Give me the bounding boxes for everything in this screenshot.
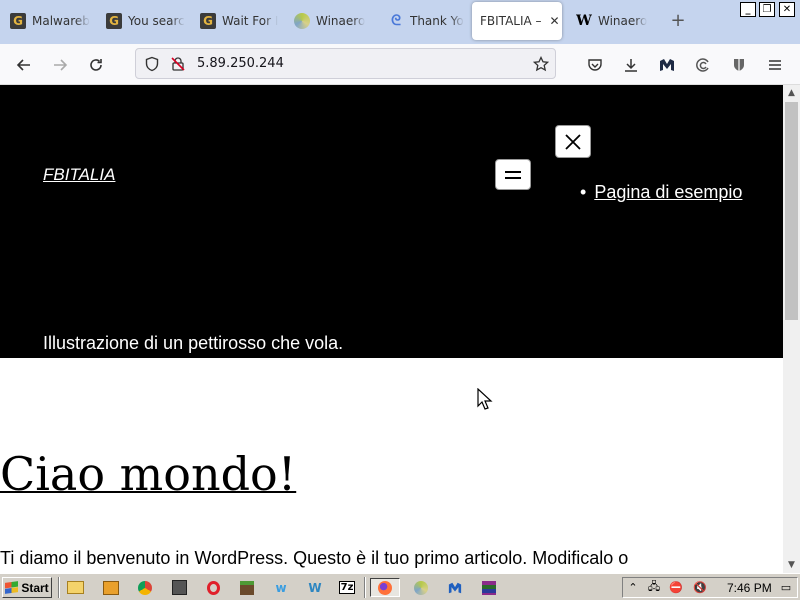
security-alert-icon[interactable]: ⛔ [669, 580, 683, 594]
page-viewport: FBITALIA Pagina di esempio Illustrazione… [0, 85, 783, 573]
tray-expand-icon[interactable]: ⌃ [626, 580, 640, 594]
package-icon[interactable] [168, 578, 190, 597]
swirl-icon [294, 13, 310, 29]
malwarebytes-icon[interactable] [655, 53, 679, 77]
tab-1[interactable]: G You searc [102, 2, 186, 40]
menu-item: Pagina di esempio [580, 182, 742, 203]
scroll-up-arrow[interactable]: ▲ [783, 85, 800, 101]
new-tab-button[interactable]: + [668, 10, 688, 34]
close-tab-icon[interactable]: ✕ [550, 14, 560, 28]
scroll-thumb[interactable] [785, 102, 798, 320]
post-excerpt: Ti diamo il benvenuto in WordPress. Ques… [0, 548, 629, 568]
network-icon[interactable]: 🖧 [647, 580, 661, 594]
tab-2[interactable]: G Wait For I [196, 2, 280, 40]
site-header: FBITALIA Pagina di esempio Illustrazione… [0, 85, 783, 358]
shield-icon[interactable] [143, 55, 161, 73]
navigation-toolbar: 5.89.250.244 [0, 44, 800, 85]
back-button[interactable] [12, 53, 36, 77]
open-menu-button[interactable] [495, 159, 531, 190]
7zip-icon[interactable]: 7z [336, 578, 358, 597]
tab-label: Winaero [598, 14, 648, 28]
tab-6[interactable]: W Winaero [572, 2, 660, 40]
minecraft-icon[interactable] [236, 578, 258, 597]
vertical-scrollbar[interactable]: ▲ ▼ [783, 85, 800, 573]
winrar-task-button[interactable] [474, 578, 504, 597]
system-tray: ⌃ 🖧 ⛔ 🔇 7:46 PM ▭ [622, 577, 798, 598]
tab-label: FBITALIA – [480, 14, 542, 28]
tab-label: You searc [128, 14, 185, 28]
volume-muted-icon[interactable]: 🔇 [693, 580, 707, 594]
windows-flag-icon [5, 581, 19, 594]
restore-button[interactable]: ❐ [759, 2, 775, 17]
menu-link-sample-page[interactable]: Pagina di esempio [594, 182, 742, 202]
downloads-icon[interactable] [619, 53, 643, 77]
reload-icon [90, 59, 102, 71]
pocket-icon[interactable] [583, 53, 607, 77]
explorer-icon[interactable] [64, 578, 86, 597]
tab-strip: G Malwareb G You searc G Wait For I Wina… [0, 0, 800, 44]
w-icon: W [576, 13, 592, 29]
reload-button[interactable] [84, 53, 108, 77]
winaero-tweaker-icon[interactable]: W [304, 578, 326, 597]
close-icon [565, 133, 581, 150]
g-icon: G [10, 13, 26, 29]
malwarebytes-task-button[interactable] [440, 578, 470, 597]
swirl-app-task-button[interactable] [406, 578, 436, 597]
clock[interactable]: 7:46 PM [727, 581, 772, 595]
show-desktop-icon[interactable]: ▭ [779, 580, 793, 594]
site-title-link[interactable]: FBITALIA [43, 165, 115, 185]
menu-icon [505, 170, 521, 179]
tab-0[interactable]: G Malwareb [6, 2, 92, 40]
winaero-icon[interactable]: w [270, 578, 292, 597]
minimize-button[interactable]: _ [740, 2, 756, 17]
insecure-lock-icon[interactable] [169, 55, 187, 73]
hero-caption: Illustrazione di un pettirosso che vola. [43, 333, 344, 353]
media-player-icon[interactable] [100, 578, 122, 597]
extension-shield-icon[interactable] [727, 53, 751, 77]
chrome-icon[interactable] [134, 578, 156, 597]
taskbar: Start w W 7z ⌃ 🖧 ⛔ 🔇 7:46 PM ▭ [0, 573, 800, 600]
tab-label: Winaero [316, 14, 366, 28]
tab-active[interactable]: FBITALIA – ✕ [472, 2, 562, 40]
url-text: 5.89.250.244 [197, 56, 284, 71]
taskbar-separator [58, 577, 60, 598]
start-label: Start [21, 580, 49, 595]
tab-3[interactable]: Winaero [290, 2, 374, 40]
back-arrow-icon [16, 59, 30, 71]
start-button[interactable]: Start [2, 577, 52, 598]
mouse-cursor-icon [477, 388, 493, 410]
primary-menu: Pagina di esempio [580, 182, 742, 203]
g-icon: G [200, 13, 216, 29]
scroll-down-arrow[interactable]: ▼ [783, 557, 800, 573]
tab-4[interactable]: ᘓ Thank Yo [384, 2, 468, 40]
close-menu-button[interactable] [555, 125, 591, 158]
forward-arrow-icon [54, 59, 68, 71]
extension-spiral-icon[interactable] [691, 53, 715, 77]
hamburger-menu-icon[interactable] [763, 53, 787, 77]
spiral-icon: ᘓ [391, 13, 401, 29]
forward-button[interactable] [48, 53, 72, 77]
tab-label: Wait For I [222, 14, 279, 28]
tab-label: Malwareb [32, 14, 90, 28]
taskbar-separator [364, 577, 366, 598]
address-bar[interactable]: 5.89.250.244 [135, 48, 556, 79]
close-window-button[interactable]: ✕ [779, 2, 795, 17]
opera-icon[interactable] [202, 578, 224, 597]
post-title-link[interactable]: Ciao mondo! [0, 447, 296, 501]
tab-label: Thank Yo [410, 14, 464, 28]
firefox-task-button[interactable] [370, 578, 400, 597]
g-icon: G [106, 13, 122, 29]
bookmark-star-icon[interactable] [532, 55, 550, 73]
